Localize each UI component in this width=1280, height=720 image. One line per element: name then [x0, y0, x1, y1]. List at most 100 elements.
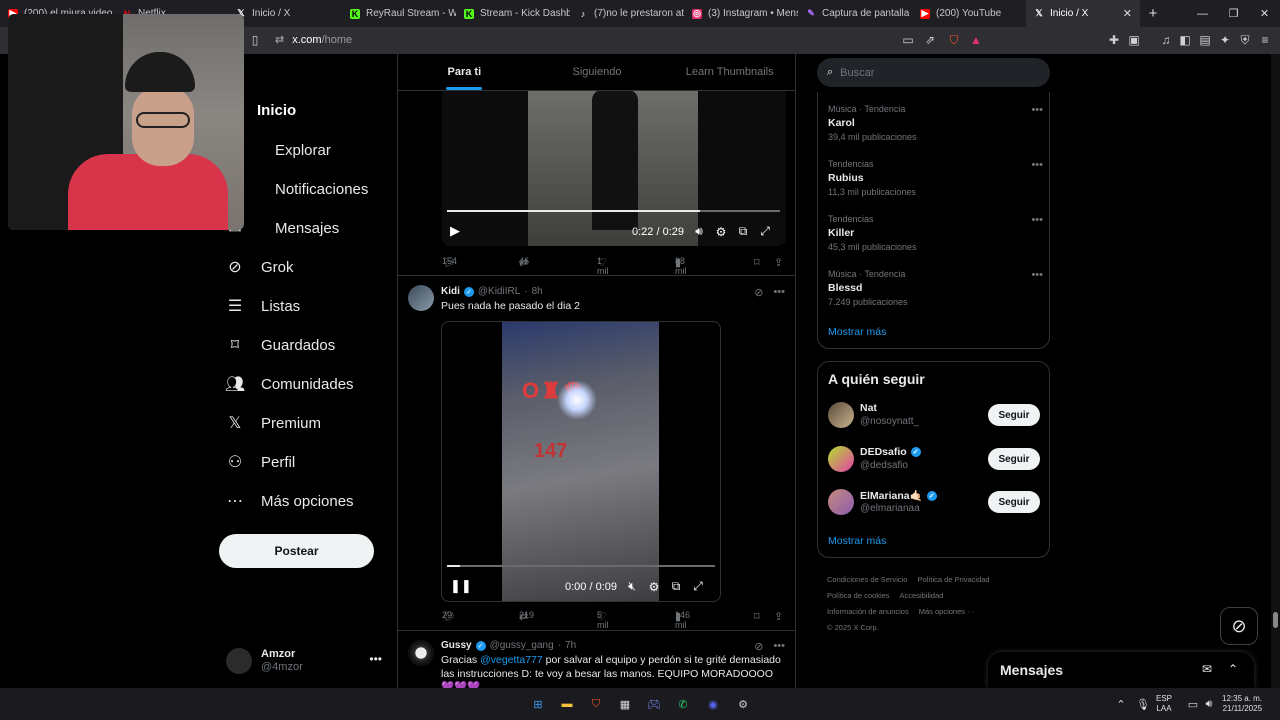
browser-tab[interactable]: 𝕏 Inicio / X: [228, 0, 342, 27]
cast-icon[interactable]: ▭: [900, 32, 916, 48]
wallet2-icon[interactable]: ▤: [1197, 32, 1213, 48]
nav-item-notificaciones[interactable]: 🔔︎Notificaciones: [225, 174, 369, 204]
minimize-button[interactable]: —: [1187, 0, 1218, 27]
volume-icon[interactable]: 🔊︎: [692, 224, 706, 239]
footer-link[interactable]: Política de Privacidad: [917, 575, 989, 584]
volume-icon[interactable]: 🔊︎: [1200, 695, 1218, 713]
discord-icon[interactable]: ◉: [704, 695, 722, 713]
clock[interactable]: 12:35 a. m. 21/11/2025: [1222, 694, 1262, 714]
expand-icon[interactable]: ⌃: [1228, 662, 1238, 676]
more-icon[interactable]: •••: [1031, 214, 1043, 226]
mention-link[interactable]: @vegetta777: [480, 654, 543, 666]
microphone-icon[interactable]: 🎙︎: [1134, 695, 1152, 713]
tab-learn-thumbnails[interactable]: Learn Thumbnails: [663, 54, 795, 90]
browser-tab-active[interactable]: 𝕏 Inicio / X ✕: [1026, 0, 1140, 27]
address-bar[interactable]: ⇄ x.com/home: [275, 33, 352, 47]
author-name[interactable]: Kidi: [441, 286, 460, 297]
nav-item-comunidades[interactable]: 👥︎ Comunidades: [225, 369, 354, 399]
search-input[interactable]: ⌕ Buscar: [817, 58, 1050, 87]
mute-icon[interactable]: 🔇︎: [625, 579, 639, 594]
account-switcher[interactable]: Amzor @4mzor •••: [226, 644, 386, 678]
more-icon[interactable]: •••: [1031, 269, 1043, 281]
fullscreen-icon[interactable]: ⤢: [758, 224, 772, 239]
site-info-icon[interactable]: ⇄: [275, 33, 284, 46]
follow-button[interactable]: Seguir: [988, 404, 1040, 426]
settings-icon[interactable]: ⚙: [647, 580, 661, 594]
who-show-more-link[interactable]: Mostrar más: [828, 535, 886, 547]
menu-icon[interactable]: ≡: [1257, 32, 1273, 48]
bookmark-icon[interactable]: ▯: [247, 32, 263, 48]
browser-tab[interactable]: ✎ Captura de pantalla pc: [798, 0, 912, 27]
nav-item-listas[interactable]: ☰ Listas: [226, 291, 300, 321]
leo-ai-icon[interactable]: ✦: [1217, 32, 1233, 48]
tab-siguiendo[interactable]: Siguiendo: [531, 54, 664, 90]
avatar[interactable]: [408, 285, 434, 311]
more-icon[interactable]: •••: [773, 640, 785, 653]
browser-tab[interactable]: ♪ (7)no le prestaron aten: [570, 0, 684, 27]
maximize-button[interactable]: ❐: [1218, 0, 1249, 27]
more-icon[interactable]: •••: [773, 286, 785, 299]
follow-suggestion[interactable]: Nat @nosoynatt_ Seguir: [828, 402, 1040, 432]
more-icon[interactable]: •••: [1031, 159, 1043, 171]
tab-para-ti[interactable]: Para ti: [398, 54, 531, 90]
author-name[interactable]: Gussy: [441, 640, 472, 651]
new-tab-button[interactable]: +: [1140, 0, 1166, 27]
brave-rewards-icon[interactable]: ▲: [968, 32, 984, 48]
trend-item[interactable]: Tendencias Killer 45,3 mil publicaciones…: [828, 214, 1043, 252]
close-window-button[interactable]: ✕: [1249, 0, 1280, 27]
post-time[interactable]: 8h: [532, 286, 543, 297]
brave-browser-icon[interactable]: ⛉: [587, 695, 605, 713]
sidebar-icon[interactable]: ◧: [1177, 32, 1193, 48]
trend-item[interactable]: Tendencias Rubius 11,3 mil publicaciones…: [828, 159, 1043, 197]
messages-drawer[interactable]: Mensajes ✉ ⌃: [988, 652, 1254, 688]
footer-link[interactable]: Accesibilidad: [900, 591, 944, 600]
author-handle[interactable]: @gussy_gang: [490, 640, 554, 651]
vpn-icon[interactable]: ⛨: [1237, 32, 1253, 48]
new-message-icon[interactable]: ✉: [1202, 662, 1212, 676]
video-progress-bar[interactable]: [447, 210, 780, 212]
footer-link[interactable]: Más opciones ···: [919, 607, 975, 616]
trend-item[interactable]: Música · Tendencia Karol 39,4 mil public…: [828, 104, 1043, 142]
nav-item-mas-opciones[interactable]: ⋯ Más opciones: [226, 486, 354, 516]
post-time[interactable]: 7h: [565, 640, 576, 651]
extensions-icon[interactable]: ✚: [1106, 32, 1122, 48]
nav-item-inicio[interactable]: Inicio: [257, 102, 296, 119]
author-handle[interactable]: @KidiIRL: [478, 286, 520, 297]
file-explorer-icon[interactable]: ▬: [558, 695, 576, 713]
fullscreen-icon[interactable]: ⤢: [691, 579, 705, 594]
trends-show-more-link[interactable]: Mostrar más: [828, 326, 886, 338]
whatsapp-icon[interactable]: ✆: [674, 695, 692, 713]
scrollbar-thumb[interactable]: [1273, 612, 1278, 628]
nav-item-grok[interactable]: ⊘ Grok: [226, 252, 293, 282]
follow-suggestion[interactable]: ElMariana🤙🏻 ✓ @elmarianaa Seguir: [828, 489, 1040, 519]
footer-link[interactable]: Información de anuncios: [827, 607, 909, 616]
follow-button[interactable]: Seguir: [988, 448, 1040, 470]
settings-icon[interactable]: ⚙: [714, 225, 728, 239]
browser-tab[interactable]: ▶ (200) YouTube: [912, 0, 1026, 27]
nav-item-premium[interactable]: 𝕏 Premium: [226, 408, 321, 438]
nav-item-perfil[interactable]: ⚇ Perfil: [226, 447, 295, 477]
windows-start-icon[interactable]: ⊞: [529, 695, 547, 713]
grok-icon[interactable]: ⊘: [754, 640, 763, 653]
grok-icon[interactable]: ⊘: [754, 286, 763, 299]
post-button[interactable]: Postear: [219, 534, 374, 568]
pip-icon[interactable]: ⧉: [736, 224, 750, 239]
browser-tab[interactable]: K ReyRaul Stream - Wat: [342, 0, 456, 27]
pause-icon[interactable]: ❚❚: [450, 578, 472, 594]
more-icon[interactable]: •••: [1031, 104, 1043, 116]
brave-shield-icon[interactable]: ⛉: [946, 32, 962, 48]
pip-icon[interactable]: ⧉: [669, 579, 683, 594]
browser-tab[interactable]: K Stream - Kick Dashbo: [456, 0, 570, 27]
nav-item-guardados[interactable]: ⌑ Guardados: [226, 330, 335, 360]
avatar[interactable]: [408, 640, 434, 666]
language-indicator[interactable]: ESP LAA: [1156, 694, 1172, 714]
page-scrollbar[interactable]: [1271, 54, 1280, 688]
follow-suggestion[interactable]: DEDsafio ✓ @dedsafio Seguir: [828, 446, 1040, 476]
share-icon[interactable]: ⇗: [922, 32, 938, 48]
close-icon[interactable]: ✕: [1123, 7, 1132, 20]
steam-icon[interactable]: ⚙: [734, 695, 752, 713]
wallet-icon[interactable]: ▣: [1126, 32, 1142, 48]
grok-button[interactable]: ⊘: [1220, 607, 1258, 645]
tray-chevron-icon[interactable]: ⌃: [1112, 695, 1130, 713]
browser-tab[interactable]: ◎ (3) Instagram • Mensa: [684, 0, 798, 27]
